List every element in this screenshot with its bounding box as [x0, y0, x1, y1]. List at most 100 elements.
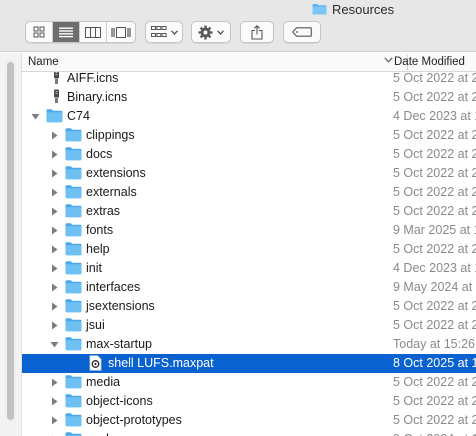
date-modified: 5 Oct 2022 at 2: [393, 204, 476, 218]
group-by-button[interactable]: [145, 21, 183, 43]
file-name: help: [86, 242, 110, 256]
folder-icon: [65, 128, 82, 142]
gear-icon: [198, 25, 213, 39]
list-item[interactable]: C74 4 Dec 2023 at 1: [22, 107, 476, 126]
date-modified: Today at 15:26: [393, 337, 476, 351]
folder-icon: [65, 318, 82, 332]
tag-icon: [292, 27, 312, 37]
list-item[interactable]: object-prototypes 5 Oct 2022 at 2: [22, 411, 476, 430]
list-item[interactable]: extras 5 Oct 2022 at 2: [22, 202, 476, 221]
folder-icon: [65, 166, 82, 180]
disclosure-closed-icon[interactable]: [50, 207, 59, 216]
list-item[interactable]: object-icons 5 Oct 2022 at 2: [22, 392, 476, 411]
date-modified: 5 Oct 2022 at 2: [393, 413, 476, 427]
scrollbar-thumb[interactable]: [7, 62, 14, 420]
folder-icon: [46, 109, 63, 123]
list-item[interactable]: max-startup Today at 15:26: [22, 335, 476, 354]
icns-file-icon: [54, 72, 59, 84]
date-modified: 9 May 2024 at 1: [393, 280, 476, 294]
date-column-header[interactable]: Date Modified: [394, 56, 465, 68]
folder-icon: [65, 299, 82, 313]
file-name: max-startup: [86, 337, 152, 351]
date-modified: 5 Oct 2022 at 2: [393, 185, 476, 199]
file-name: shell LUFS.maxpat: [108, 356, 214, 370]
date-modified: 5 Oct 2022 at 2: [393, 299, 476, 313]
window-title-text: Resources: [332, 1, 395, 17]
group-by-icon: [150, 26, 167, 37]
gallery-view-icon: [110, 26, 131, 38]
file-name: interfaces: [86, 280, 141, 294]
list-item[interactable]: jsui 5 Oct 2022 at 2: [22, 316, 476, 335]
date-modified: 5 Oct 2022 at 2: [393, 72, 476, 85]
file-name: object-icons: [86, 394, 153, 408]
list-item[interactable]: interfaces 9 May 2024 at 1: [22, 278, 476, 297]
folder-icon: [65, 394, 82, 408]
folder-icon: [65, 223, 82, 237]
list-item[interactable]: extensions 5 Oct 2022 at 2: [22, 164, 476, 183]
date-modified: 5 Oct 2022 at 2: [393, 242, 476, 256]
list-item-selected[interactable]: shell LUFS.maxpat 8 Oct 2025 at 1: [22, 354, 476, 373]
disclosure-closed-icon[interactable]: [50, 397, 59, 406]
list-item[interactable]: fonts 9 Mar 2025 at 1: [22, 221, 476, 240]
date-modified: 5 Oct 2022 at 2: [393, 147, 476, 161]
maxpat-file-icon: [89, 355, 102, 371]
disclosure-closed-icon[interactable]: [50, 378, 59, 387]
file-name: jsui: [86, 318, 105, 332]
gallery-view-button[interactable]: [107, 22, 134, 42]
list-item[interactable]: jsextensions 5 Oct 2022 at 2: [22, 297, 476, 316]
column-view-icon: [85, 26, 101, 38]
chevron-down-icon: [217, 29, 224, 35]
action-button[interactable]: [191, 21, 231, 43]
disclosure-closed-icon[interactable]: [50, 169, 59, 178]
file-name: object-prototypes: [86, 413, 182, 427]
toolbar: Resources: [0, 0, 476, 52]
file-name: jsextensions: [86, 299, 155, 313]
file-name: AIFF.icns: [67, 72, 119, 85]
folder-icon: [65, 413, 82, 427]
list-item[interactable]: media 5 Oct 2022 at 2: [22, 373, 476, 392]
file-name: packages: [86, 432, 140, 436]
disclosure-closed-icon[interactable]: [50, 131, 59, 140]
icon-view-icon: [33, 26, 45, 38]
list-item[interactable]: packages 9 Oct 2024 at 1: [22, 430, 476, 436]
disclosure-closed-icon[interactable]: [50, 283, 59, 292]
sort-chevron-icon: [384, 57, 393, 63]
folder-icon: [65, 147, 82, 161]
list-item[interactable]: externals 5 Oct 2022 at 2: [22, 183, 476, 202]
disclosure-closed-icon[interactable]: [50, 302, 59, 311]
date-modified: 4 Dec 2023 at 1: [393, 261, 476, 275]
list-item[interactable]: AIFF.icns 5 Oct 2022 at 2: [22, 72, 476, 88]
list-item[interactable]: Binary.icns 5 Oct 2022 at 2: [22, 88, 476, 107]
disclosure-closed-icon[interactable]: [50, 245, 59, 254]
share-icon: [251, 24, 263, 40]
icns-file-icon: [54, 89, 59, 103]
disclosure-closed-icon[interactable]: [50, 321, 59, 330]
disclosure-closed-icon[interactable]: [50, 416, 59, 425]
column-view-button[interactable]: [80, 22, 107, 42]
disclosure-closed-icon[interactable]: [50, 226, 59, 235]
share-button[interactable]: [240, 21, 274, 43]
file-name: extras: [86, 204, 121, 218]
date-modified: 5 Oct 2022 at 2: [393, 90, 476, 104]
disclosure-closed-icon[interactable]: [50, 150, 59, 159]
date-modified: 5 Oct 2022 at 2: [393, 394, 476, 408]
folder-icon: [65, 337, 82, 351]
list-view-button[interactable]: [53, 22, 80, 42]
list-item[interactable]: help 5 Oct 2022 at 2: [22, 240, 476, 259]
disclosure-closed-icon[interactable]: [50, 264, 59, 273]
name-column-header[interactable]: Name: [28, 56, 59, 68]
disclosure-open-icon[interactable]: [31, 112, 40, 121]
folder-icon: [65, 280, 82, 294]
disclosure-closed-icon[interactable]: [50, 188, 59, 197]
folder-icon: [65, 242, 82, 256]
file-name: C74: [67, 109, 90, 123]
list-item[interactable]: clippings 5 Oct 2022 at 2: [22, 126, 476, 145]
tag-button[interactable]: [283, 21, 321, 43]
disclosure-open-icon[interactable]: [50, 340, 59, 349]
list-item[interactable]: init 4 Dec 2023 at 1: [22, 259, 476, 278]
folder-icon: [65, 204, 82, 218]
icon-view-button[interactable]: [26, 22, 53, 42]
date-modified: 5 Oct 2022 at 2: [393, 375, 476, 389]
list-item[interactable]: docs 5 Oct 2022 at 2: [22, 145, 476, 164]
folder-icon: [65, 185, 82, 199]
